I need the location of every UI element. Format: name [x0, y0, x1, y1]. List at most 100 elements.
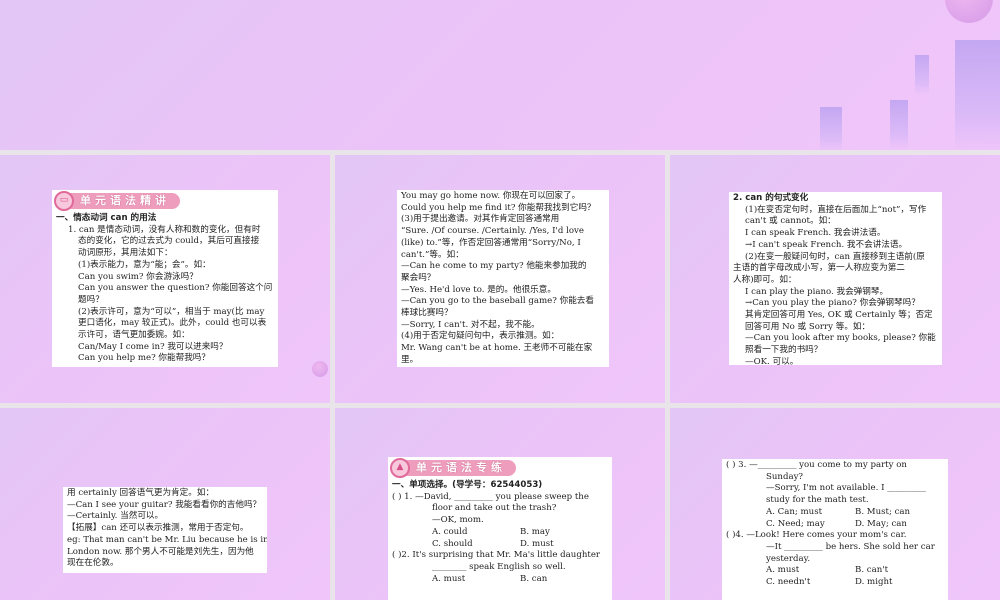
section-title: 一、单项选择。(导学号：62544053)	[392, 480, 543, 490]
text-line: 现在在伦敦。	[67, 558, 119, 569]
section-header: ▲ 单元语法专练	[390, 457, 608, 479]
text-line: Sunday?	[766, 471, 804, 482]
text-line: —Can you go to the baseball game? 你能去看	[401, 296, 594, 307]
text-line: 态的变化，它的过去式为 could，其后可直接接	[78, 236, 260, 247]
option-row: A. must B. can	[392, 574, 608, 586]
text-line: (like) to.”等，作否定回答通常用“Sorry/No, I	[401, 237, 581, 248]
slide-text-box: You may go home now. 你现在可以回家了。 Could you …	[397, 190, 609, 367]
text-line: yesterday.	[766, 553, 811, 564]
option-row: C. Need; may D. May; can	[726, 519, 944, 531]
slide-text-box: 用 certainly 回答语气更为肯定。如： —Can I see your g…	[63, 487, 267, 573]
text-line: →I can't speak French. 我不会讲法语。	[745, 239, 908, 250]
text-line: —Sorry, I'm not available. I _________	[766, 483, 926, 494]
slide-3[interactable]: 2. can 的句式变化 (1)在变否定句时，直接在后面加上“not”，写作 can…	[670, 155, 1000, 403]
text-line: floor and take out the trash?	[432, 503, 557, 514]
slide-1[interactable]: ▭ 单元语法精讲 一、情态动词 can 的用法 1. can 是情态动词，没有人称和数…	[0, 155, 330, 403]
text-line: 一、情态动词 can 的用法	[56, 213, 157, 223]
text-line: (4)用于否定句疑问句中，表示推测。如：	[401, 331, 560, 342]
text-line: 2. can 的句式变化	[733, 193, 809, 203]
text-line: 人称)即可。如：	[733, 274, 797, 285]
text-line: 更口语化，may 较正式)。此外，could 也可以表	[78, 318, 267, 329]
text-line: Can you swim? 你会游泳吗？	[78, 271, 198, 282]
slide-2[interactable]: You may go home now. 你现在可以回家了。 Could you …	[335, 155, 665, 403]
text-line: Can/May I come in? 我可以进来吗？	[78, 341, 228, 352]
text-line: —Sorry, I can't. 对不起，我不能。	[401, 319, 540, 330]
text-line: London now. 那个男人不可能是刘先生，因为他	[67, 546, 254, 557]
text-line: 1. can 是情态动词，没有人称和数的变化，但有时	[68, 224, 261, 235]
text-line: Can you answer the question? 你能回答这个问	[78, 283, 273, 294]
text-line: 里。	[401, 354, 419, 365]
answer-option: B. Must; can	[855, 506, 911, 517]
text-line: Mr. Wang can't be at home. 王老师不可能在家	[401, 343, 593, 354]
text-line: You may go home now. 你现在可以回家了。	[401, 191, 581, 201]
text-line: ( )2. It's surprising that Mr. Ma's litt…	[392, 550, 601, 561]
text-line: can't 或 cannot。如：	[745, 216, 836, 227]
header-icon: ▭	[54, 191, 74, 211]
text-line: 其肯定回答可用 Yes, OK 或 Certainly 等；否定	[745, 310, 933, 321]
answer-option: C. needn't	[766, 577, 811, 588]
text-line: study for the math test.	[766, 495, 869, 506]
slide-text-box: 2. can 的句式变化 (1)在变否定句时，直接在后面加上“not”，写作 can…	[729, 192, 942, 365]
text-line: →Can you play the piano? 你会弹钢琴吗？	[745, 298, 920, 309]
text-line: (2)在变一般疑问句时，can 直接移到主语前(原	[745, 251, 925, 262]
header-icon: ▲	[390, 458, 410, 478]
text-line: (3)用于提出邀请。对其作肯定回答通常用	[401, 214, 560, 225]
title-slide-banner[interactable]	[0, 0, 1000, 150]
text-line: eg: That man can't be Mr. Liu because he…	[67, 534, 267, 545]
answer-option: D. must	[520, 538, 554, 549]
decorative-orb	[312, 361, 328, 377]
text-line: 聚会吗？	[401, 272, 436, 283]
answer-option: A. must	[432, 573, 466, 584]
slide-text-box: ▲ 单元语法专练 一、单项选择。(导学号：62544053)( ) 1. —Davi…	[388, 457, 612, 600]
text-line: 【拓展】can 还可以表示推测，常用于否定句。	[67, 523, 249, 534]
decorative-building	[820, 107, 842, 150]
answer-option: C. should	[432, 538, 473, 549]
text-line: —Can I see your guitar? 我能看看你的吉他吗？	[67, 499, 262, 510]
text-line: ( ) 1. —David, _________ you please swee…	[392, 491, 589, 502]
option-row: C. should D. must	[392, 539, 608, 551]
text-line: Can you help me? 你能帮我吗？	[78, 353, 210, 364]
answer-option: A. Can; must	[766, 506, 823, 517]
text-line: (1)在变否定句时，直接在后面加上“not”，写作	[745, 204, 927, 215]
answer-option: A. could	[432, 526, 468, 537]
answer-option: A. must	[766, 565, 800, 576]
answer-option: B. may	[520, 526, 550, 537]
text-line: 题吗？	[78, 294, 104, 305]
text-line: can't.”等。如：	[401, 249, 464, 260]
slide-text-box: ▭ 单元语法精讲 一、情态动词 can 的用法 1. can 是情态动词，没有人称和数…	[52, 190, 278, 367]
option-row: A. could B. may	[392, 527, 608, 539]
text-line: —It _________ be hers. She sold her car	[766, 541, 935, 552]
answer-option: B. can	[520, 573, 548, 584]
decorative-building	[955, 40, 1000, 150]
answer-option: D. might	[855, 577, 893, 588]
slide-5[interactable]: ▲ 单元语法专练 一、单项选择。(导学号：62544053)( ) 1. —Davi…	[335, 408, 665, 600]
text-line: 棒球比赛吗？	[401, 308, 453, 319]
text-line: 主语的首字母改成小写，第一人称应变为第二	[733, 263, 905, 274]
header-title: 单元语法精讲	[66, 193, 180, 209]
text-line: ________ speak English so well.	[432, 561, 566, 572]
text-line: 动词原形，其用法如下：	[78, 248, 173, 259]
text-line: (2)表示许可，意为“可以”，相当于 may(比 may	[78, 306, 265, 317]
text-line: —Can you look after my books, please? 你能	[745, 333, 936, 344]
slide-4[interactable]: 用 certainly 回答语气更为肯定。如： —Can I see your g…	[0, 408, 330, 600]
text-line: 用 certainly 回答语气更为肯定。如：	[67, 488, 215, 498]
section-header: ▭ 单元语法精讲	[54, 190, 274, 212]
text-line: ( ) 3. —_________ you come to my party o…	[726, 460, 907, 470]
text-line: —Certainly. 当然可以。	[67, 511, 164, 522]
header-title: 单元语法专练	[402, 460, 516, 476]
text-line: (1)表示能力，意为“能；会”。如：	[78, 259, 211, 270]
text-line: —OK. 可以。	[745, 356, 799, 365]
text-line: 回答可用 No 或 Sorry 等。如：	[745, 321, 871, 332]
text-line: “Sure. /Of course. /Certainly. /Yes, I'd…	[401, 226, 584, 237]
slide-6[interactable]: ( ) 3. —_________ you come to my party o…	[670, 408, 1000, 600]
text-line: 示许可，语气更加委婉。如：	[78, 330, 190, 341]
text-line: —OK, mom.	[432, 515, 484, 526]
text-line: ( )4. —Look! Here comes your mom's car.	[726, 530, 907, 541]
option-row: A. Can; must B. Must; can	[726, 507, 944, 519]
answer-option: C. Need; may	[766, 518, 825, 529]
text-line: —Can he come to my party? 他能来参加我的	[401, 261, 587, 272]
text-line: 照看一下我的书吗？	[745, 345, 823, 356]
text-line: —Yes. He'd love to. 是的。他很乐意。	[401, 284, 556, 295]
slide-text-box: ( ) 3. —_________ you come to my party o…	[722, 459, 948, 600]
answer-option: B. can't	[855, 565, 889, 576]
